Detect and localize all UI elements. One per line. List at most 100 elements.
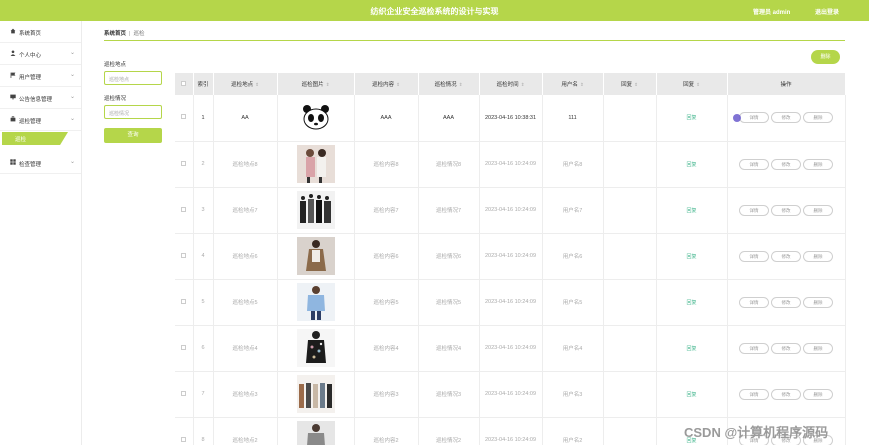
monitor-icon — [10, 94, 16, 100]
cell-status: 巡检情况2 — [418, 417, 480, 445]
cell-time: 2023-04-16 10:24:09 — [479, 371, 543, 418]
cell-status: 巡检情况3 — [418, 371, 480, 418]
reply-link[interactable]: 回复 — [686, 392, 696, 398]
logout-link[interactable]: 退出登录 — [815, 7, 839, 16]
delete-button[interactable]: 删除 — [803, 204, 833, 216]
cell-user: 用户名6 — [542, 233, 604, 280]
cell-reply-status[interactable]: 回复 — [656, 141, 728, 188]
cell-reply-status[interactable]: 回复 — [656, 95, 728, 142]
detail-button[interactable]: 详情 — [739, 296, 769, 308]
row-thumbnail-image — [296, 237, 335, 275]
cell-reply — [603, 371, 657, 418]
col-header-image[interactable]: 巡检图片 ⇕ — [277, 73, 355, 95]
col-header-user[interactable]: 用户名 ⇕ — [542, 73, 604, 95]
cell-reply-status[interactable]: 回复 — [656, 279, 728, 326]
row-checkbox[interactable] — [175, 141, 194, 188]
edit-button[interactable]: 修改 — [771, 250, 801, 262]
edit-button[interactable]: 修改 — [771, 158, 801, 170]
reply-link[interactable]: 回复 — [686, 115, 696, 121]
batch-delete-button[interactable]: 删除 — [811, 50, 840, 64]
col-header-location[interactable]: 巡检地点 ⇕ — [213, 73, 278, 95]
status-search-input[interactable]: 巡检情况 — [104, 105, 162, 119]
cell-user: 用户名4 — [542, 325, 604, 372]
active-highlight — [2, 132, 68, 145]
cell-reply — [603, 417, 657, 445]
cell-time: 2023-04-16 10:24:09 — [479, 141, 543, 188]
cell-status: 巡检情况8 — [418, 141, 480, 188]
cell-user: 111 — [542, 95, 604, 142]
detail-button[interactable]: 详情 — [739, 250, 769, 262]
edit-button[interactable]: 修改 — [771, 342, 801, 354]
cell-reply — [603, 141, 657, 188]
row-checkbox[interactable] — [175, 187, 194, 234]
reply-link[interactable]: 回复 — [686, 300, 696, 306]
sidebar-item-1[interactable]: 个人中心 ⌄ — [0, 43, 81, 65]
top-header: 纺织企业安全巡检系统的设计与实现 管理员 admin 退出登录 — [0, 0, 869, 21]
delete-button[interactable]: 删除 — [803, 342, 833, 354]
breadcrumb-home[interactable]: 系统首页 — [104, 31, 126, 37]
cell-reply-status[interactable]: 回复 — [656, 187, 728, 234]
sidebar-item-label: 个人中心 — [19, 53, 42, 59]
sidebar-item-after-0[interactable]: 检查管理 ⌄ — [0, 152, 81, 174]
col-header-reply[interactable]: 回复 ⇕ — [603, 73, 657, 95]
cell-image — [277, 95, 355, 142]
delete-button[interactable]: 删除 — [803, 250, 833, 262]
detail-button[interactable]: 详情 — [739, 388, 769, 400]
cell-reply-status[interactable]: 回复 — [656, 233, 728, 280]
sidebar-item-label: 用户管理 — [19, 75, 42, 81]
col-header-time[interactable]: 巡检时间 ⇕ — [479, 73, 543, 95]
sidebar-subitem-inspection[interactable]: 巡检 — [0, 131, 81, 146]
cell-reply-status[interactable]: 回复 — [656, 325, 728, 372]
row-thumbnail-image — [296, 329, 335, 367]
cell-reply — [603, 233, 657, 280]
row-checkbox[interactable] — [175, 325, 194, 372]
cell-content: 巡检内容3 — [354, 371, 419, 418]
delete-button[interactable]: 删除 — [803, 296, 833, 308]
reply-link[interactable]: 回复 — [686, 208, 696, 214]
cell-actions: 详情 修改 删除 — [727, 187, 846, 234]
cell-content: 巡检内容5 — [354, 279, 419, 326]
cell-actions: 详情 修改 删除 — [727, 95, 846, 142]
delete-button[interactable]: 删除 — [803, 388, 833, 400]
flag-icon — [10, 72, 16, 78]
col-header-status[interactable]: 巡检情况 ⇕ — [418, 73, 480, 95]
detail-button[interactable]: 详情 — [739, 204, 769, 216]
sidebar-item-4[interactable]: 巡检管理 ⌄ — [0, 109, 81, 131]
row-checkbox[interactable] — [175, 279, 194, 326]
row-checkbox[interactable] — [175, 371, 194, 418]
delete-button[interactable]: 删除 — [803, 158, 833, 170]
delete-button[interactable]: 删除 — [803, 112, 833, 124]
cell-index: 2 — [193, 141, 214, 188]
location-search-input[interactable]: 巡检地点 — [104, 71, 162, 85]
admin-user-label[interactable]: 管理员 admin — [753, 7, 790, 16]
sidebar-item-label: 检查管理 — [19, 162, 42, 168]
edit-button[interactable]: 修改 — [771, 112, 801, 124]
detail-button[interactable]: 详情 — [739, 342, 769, 354]
sidebar-item-0[interactable]: 系统首页 — [0, 21, 81, 43]
row-checkbox[interactable] — [175, 233, 194, 280]
cell-status: 巡检情况5 — [418, 279, 480, 326]
cell-time: 2023-04-16 10:24:09 — [479, 187, 543, 234]
col-header-content[interactable]: 巡检内容 ⇕ — [354, 73, 419, 95]
cell-content: AAA — [354, 95, 419, 142]
col-header-reply-status[interactable]: 回复 ⇕ — [656, 73, 728, 95]
sidebar-item-2[interactable]: 用户管理 ⌄ — [0, 65, 81, 87]
detail-button[interactable]: 详情 — [739, 158, 769, 170]
cell-actions: 详情 修改 删除 — [727, 141, 846, 188]
cell-reply-status[interactable]: 回复 — [656, 371, 728, 418]
reply-link[interactable]: 回复 — [686, 346, 696, 352]
edit-button[interactable]: 修改 — [771, 204, 801, 216]
cell-index: 1 — [193, 95, 214, 142]
reply-link[interactable]: 回复 — [686, 254, 696, 260]
row-checkbox[interactable] — [175, 417, 194, 445]
edit-button[interactable]: 修改 — [771, 388, 801, 400]
reply-link[interactable]: 回复 — [686, 162, 696, 168]
row-checkbox[interactable] — [175, 95, 194, 142]
sidebar-item-3[interactable]: 公告信息管理 ⌄ — [0, 87, 81, 109]
select-all-checkbox[interactable] — [175, 73, 194, 95]
cell-index: 5 — [193, 279, 214, 326]
query-button[interactable]: 查询 — [104, 128, 162, 143]
edit-button[interactable]: 修改 — [771, 296, 801, 308]
detail-button[interactable]: 详情 — [739, 112, 769, 124]
cell-actions: 详情 修改 删除 — [727, 233, 846, 280]
